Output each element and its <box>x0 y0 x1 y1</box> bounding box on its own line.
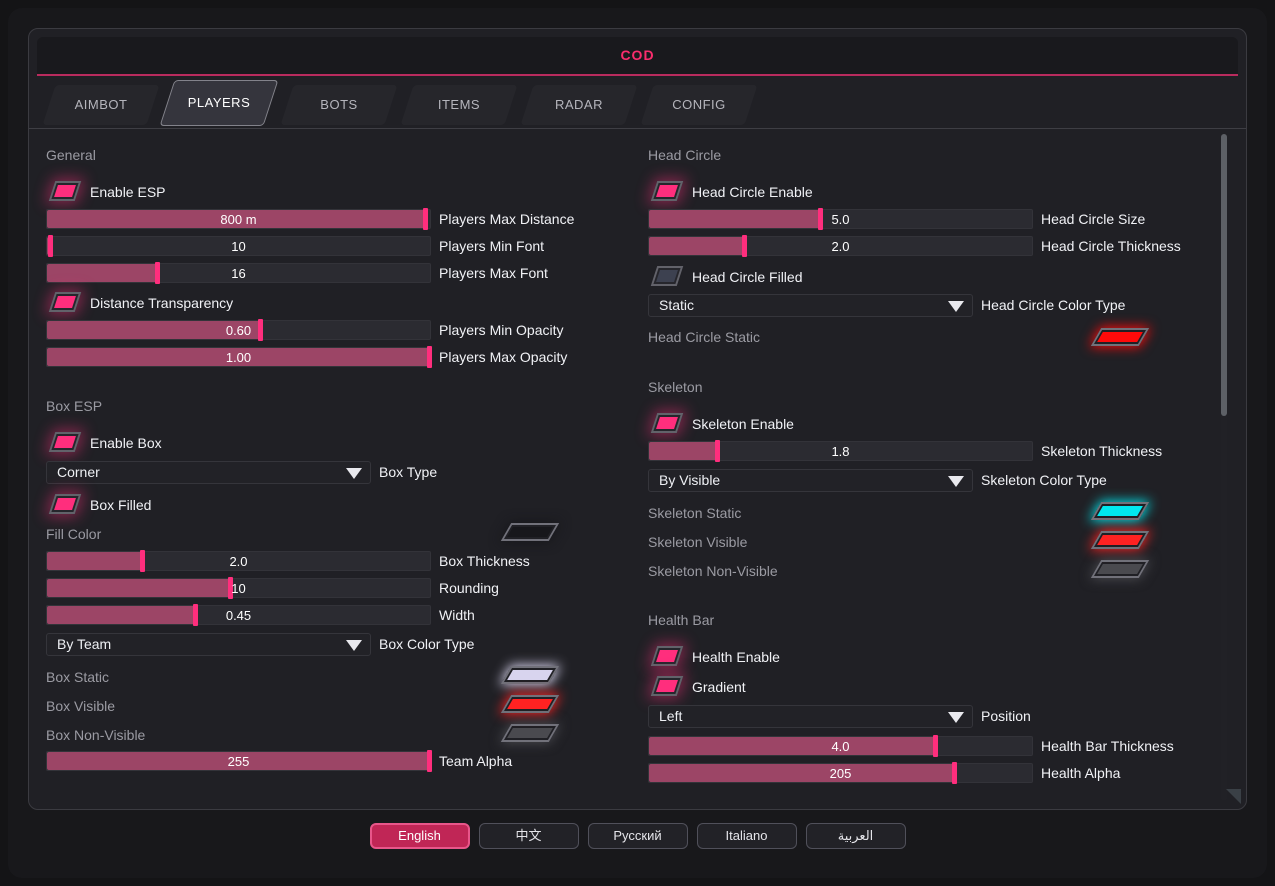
skeleton-non-visible-swatch[interactable] <box>1091 560 1149 578</box>
checkbox-fill <box>54 498 76 510</box>
tab-aimbot[interactable]: AIMBOT <box>43 85 160 125</box>
checkbox-fill <box>656 650 678 662</box>
chevron-down-icon <box>346 468 362 479</box>
swatch-fill <box>1097 535 1143 545</box>
gradient-checkbox[interactable] <box>651 676 683 696</box>
checkbox-fill <box>656 270 678 282</box>
scrollbar-track[interactable] <box>1221 134 1227 801</box>
health-bar-thickness-slider[interactable]: 4.0 <box>648 736 1033 756</box>
head-circle-filled-checkbox[interactable] <box>651 266 683 286</box>
fill-color-swatch[interactable] <box>501 523 559 541</box>
box-filled-checkbox[interactable] <box>49 494 81 514</box>
checkbox-fill <box>656 680 678 692</box>
tab-items[interactable]: ITEMS <box>401 85 518 125</box>
checkbox-fill <box>656 185 678 197</box>
players-max-distance-slider[interactable]: 800 m <box>46 209 431 229</box>
width-slider[interactable]: 0.45 <box>46 605 431 625</box>
language-chinese[interactable]: 中文 <box>479 823 579 849</box>
head-circle-size-slider[interactable]: 5.0 <box>648 209 1033 229</box>
chevron-down-icon <box>346 640 362 651</box>
language-bar: English 中文 Русский Italiano العربية <box>0 823 1275 849</box>
head-circle-color-type-select[interactable]: Static <box>648 294 973 317</box>
checkbox-fill <box>656 417 678 429</box>
box-visible-row: Box Visible <box>46 695 115 717</box>
section-box-esp: Box ESP <box>46 398 102 414</box>
box-visible-swatch[interactable] <box>501 695 559 713</box>
box-static-row: Box Static <box>46 666 109 688</box>
swatch-fill <box>1097 332 1143 342</box>
tab-config[interactable]: CONFIG <box>641 85 758 125</box>
position-select[interactable]: Left <box>648 705 973 728</box>
skeleton-non-visible-row: Skeleton Non-Visible <box>648 560 778 582</box>
box-non-visible-row: Box Non-Visible <box>46 724 145 746</box>
resize-grip[interactable] <box>1226 789 1241 804</box>
skeleton-color-type-select[interactable]: By Visible <box>648 469 973 492</box>
distance-transparency-checkbox[interactable] <box>49 292 81 312</box>
swatch-fill <box>507 699 553 709</box>
players-min-opacity-slider[interactable]: 0.60 <box>46 320 431 340</box>
section-general: General <box>46 147 96 163</box>
window-title: COD <box>37 37 1238 74</box>
tab-divider <box>29 128 1246 129</box>
health-enable-checkbox[interactable] <box>651 646 683 666</box>
checkbox-fill <box>54 185 76 197</box>
head-circle-static-swatch[interactable] <box>1091 328 1149 346</box>
players-max-font-slider[interactable]: 16 <box>46 263 431 283</box>
skeleton-visible-swatch[interactable] <box>1091 531 1149 549</box>
box-color-type-select[interactable]: By Team <box>46 633 371 656</box>
checkbox-fill <box>54 296 76 308</box>
language-arabic[interactable]: العربية <box>806 823 906 849</box>
players-max-opacity-slider[interactable]: 1.00 <box>46 347 431 367</box>
health-alpha-slider[interactable]: 205 <box>648 763 1033 783</box>
swatch-fill <box>507 670 553 680</box>
tab-bots[interactable]: BOTS <box>281 85 398 125</box>
swatch-fill <box>1097 564 1143 574</box>
menu-window: COD AIMBOT PLAYERS BOTS ITEMS RADAR CONF… <box>28 28 1247 810</box>
language-russian[interactable]: Русский <box>588 823 688 849</box>
skeleton-visible-row: Skeleton Visible <box>648 531 747 553</box>
chevron-down-icon <box>948 476 964 487</box>
skeleton-enable-checkbox[interactable] <box>651 413 683 433</box>
scrollbar-thumb[interactable] <box>1221 134 1227 416</box>
swatch-fill <box>507 728 553 738</box>
box-thickness-slider[interactable]: 2.0 <box>46 551 431 571</box>
skeleton-thickness-slider[interactable]: 1.8 <box>648 441 1033 461</box>
head-circle-thickness-slider[interactable]: 2.0 <box>648 236 1033 256</box>
section-health-bar: Health Bar <box>648 612 714 628</box>
box-non-visible-swatch[interactable] <box>501 724 559 742</box>
tab-radar[interactable]: RADAR <box>521 85 638 125</box>
box-static-swatch[interactable] <box>501 666 559 684</box>
players-min-font-slider[interactable]: 10 <box>46 236 431 256</box>
head-circle-enable-checkbox[interactable] <box>651 181 683 201</box>
chevron-down-icon <box>948 301 964 312</box>
skeleton-static-row: Skeleton Static <box>648 502 741 524</box>
fill-color-row: Fill Color <box>46 523 101 545</box>
team-alpha-slider[interactable]: 255 <box>46 751 431 771</box>
title-bar: COD <box>37 37 1238 76</box>
enable-esp-checkbox[interactable] <box>49 181 81 201</box>
section-head-circle: Head Circle <box>648 147 721 163</box>
language-italian[interactable]: Italiano <box>697 823 797 849</box>
skeleton-static-swatch[interactable] <box>1091 502 1149 520</box>
box-type-select[interactable]: Corner <box>46 461 371 484</box>
tab-bar: AIMBOT PLAYERS BOTS ITEMS RADAR CONFIG <box>29 80 1246 128</box>
section-skeleton: Skeleton <box>648 379 702 395</box>
swatch-fill <box>1097 506 1143 516</box>
enable-box-checkbox[interactable] <box>49 432 81 452</box>
tab-players[interactable]: PLAYERS <box>160 80 279 126</box>
swatch-fill <box>507 527 553 537</box>
checkbox-fill <box>54 436 76 448</box>
language-english[interactable]: English <box>370 823 470 849</box>
chevron-down-icon <box>948 712 964 723</box>
head-circle-static-row: Head Circle Static <box>648 326 760 348</box>
rounding-slider[interactable]: 10 <box>46 578 431 598</box>
